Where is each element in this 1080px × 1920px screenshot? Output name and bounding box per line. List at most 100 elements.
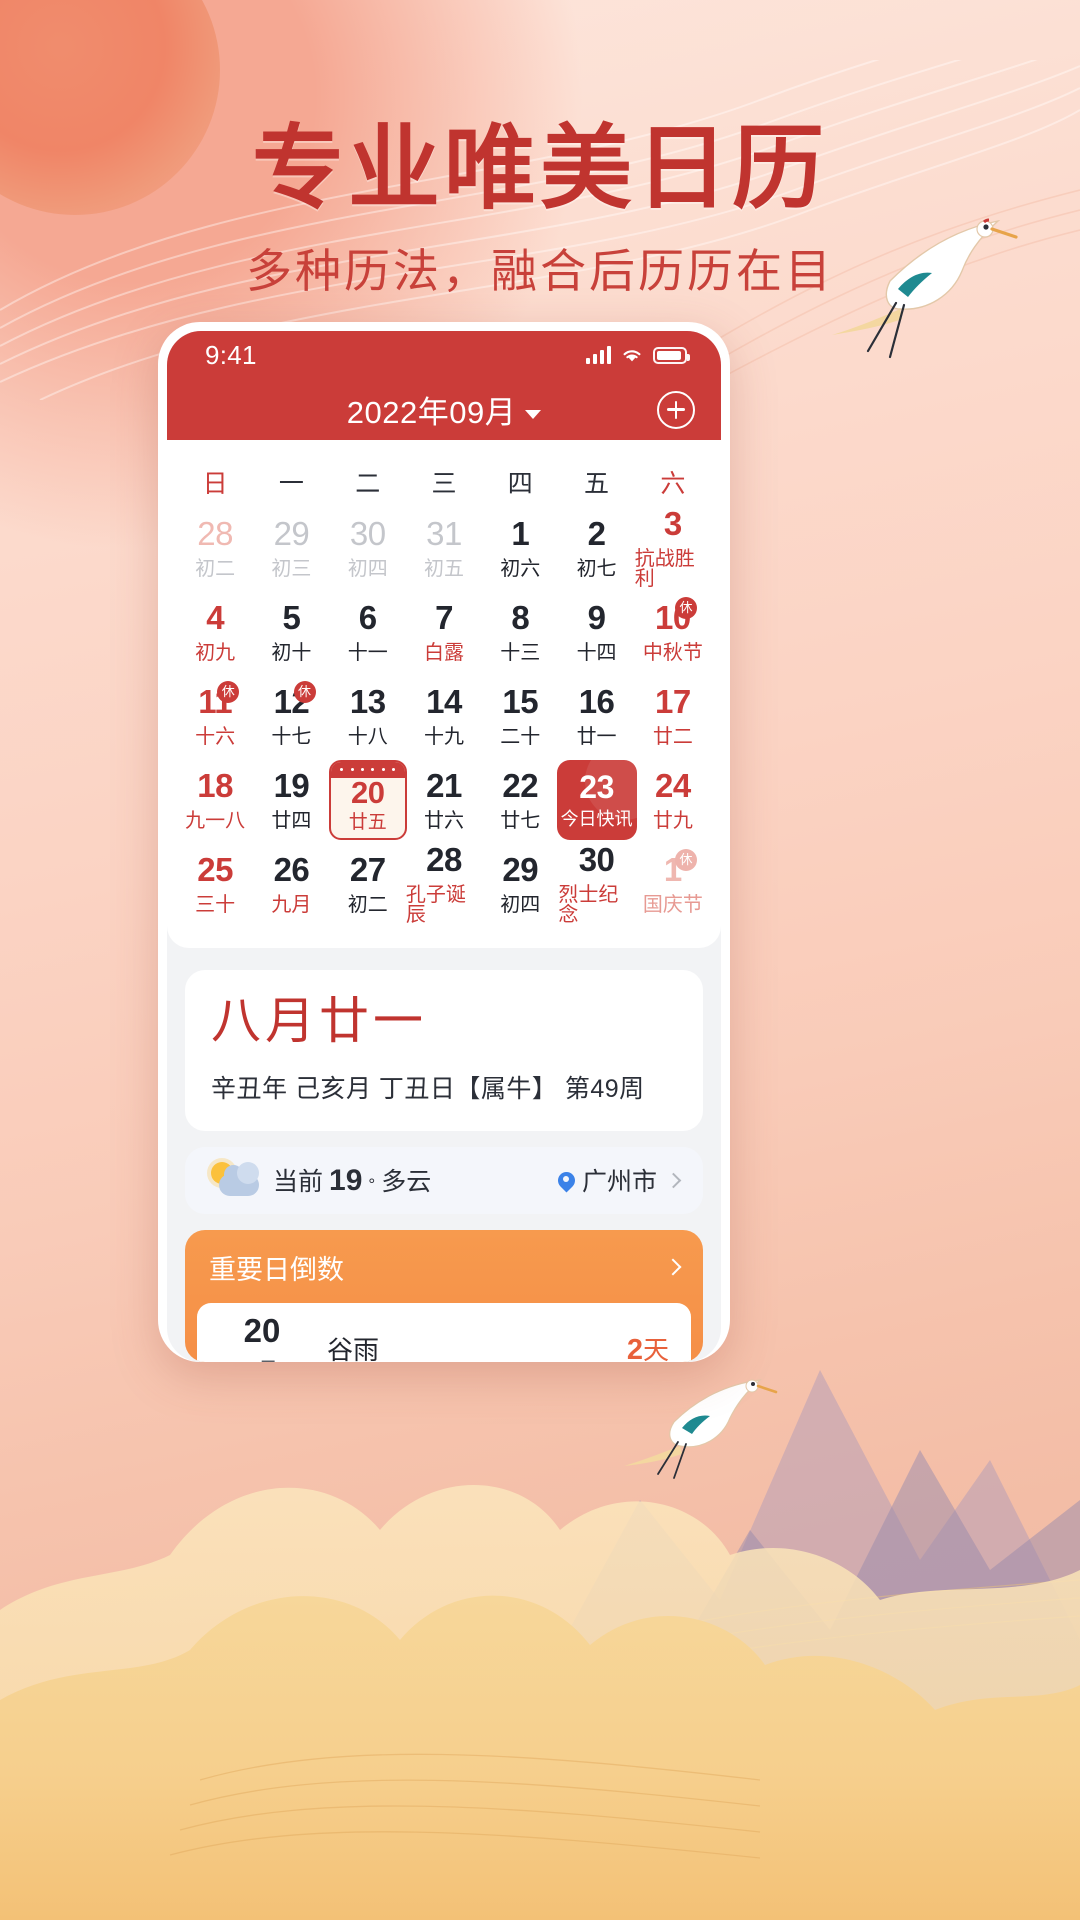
day-number: 27 (349, 850, 386, 888)
calendar-day-cell[interactable]: 19 廿四 (253, 758, 329, 842)
calendar-day-cell[interactable]: 10 中秋节休 (635, 590, 711, 674)
weekday-5: 五 (584, 469, 610, 498)
location-pin-icon (558, 1172, 575, 1189)
rest-day-badge: 休 (293, 680, 316, 703)
day-sublabel: 廿四 (271, 809, 312, 832)
calendar-day-cell[interactable]: 6 十一 (330, 590, 406, 674)
countdown-item-month: 4月 (219, 1354, 305, 1362)
countdown-item-name: 谷雨 (327, 1335, 380, 1362)
countdown-item-date: 20 4月 (219, 1314, 305, 1362)
calendar-day-cell[interactable]: 26 九月 (253, 842, 329, 926)
day-number: 24 (654, 766, 691, 804)
calendar-day-cell[interactable]: 29 初四 (482, 842, 558, 926)
today-day-box: 23 今日快讯 (556, 759, 637, 840)
day-sublabel: 中秋节 (642, 641, 703, 664)
weather-temperature: 19 (329, 1164, 363, 1198)
countdown-header[interactable]: 重要日倒数 (185, 1248, 703, 1303)
day-sublabel: 十四 (576, 641, 617, 664)
lunar-info-card[interactable]: 八月廿一 辛丑年 己亥月 丁丑日【属牛】 第49周 (185, 969, 703, 1131)
selected-day-box: 20 廿五 (328, 759, 407, 840)
calendar-day-cell[interactable]: 8 十三 (482, 590, 558, 674)
day-number: 29 (273, 514, 310, 552)
day-sublabel: 廿五 (348, 811, 387, 833)
day-sublabel: 十八 (347, 725, 388, 748)
day-sublabel: 初二 (195, 557, 236, 580)
calendar-day-cell[interactable]: 23 今日快讯 (556, 758, 637, 842)
calendar-day-cell[interactable]: 14 十九 (406, 674, 482, 758)
calendar-day-cell[interactable]: 21 廿六 (406, 758, 482, 842)
calendar-day-cell[interactable]: 30 烈士纪念 (558, 842, 634, 926)
weather-location[interactable]: 广州市 (558, 1162, 682, 1198)
add-event-button[interactable] (657, 390, 695, 429)
day-number: 2 (587, 514, 606, 552)
day-number: 1 (511, 514, 530, 552)
day-sublabel: 廿七 (500, 809, 541, 832)
lunar-date-detail: 辛丑年 己亥月 丁丑日【属牛】 第49周 (211, 1074, 645, 1103)
weekday-4: 四 (507, 469, 533, 498)
day-sublabel: 初四 (500, 893, 541, 916)
weekday-0: 日 (202, 469, 228, 498)
calendar-day-cell[interactable]: 29 初三 (253, 506, 329, 590)
day-sublabel: 今日快讯 (560, 809, 633, 830)
day-number: 26 (273, 850, 310, 888)
sun-cloud-icon (209, 1160, 261, 1200)
calendar-day-cell[interactable]: 18 九一八 (177, 758, 253, 842)
calendar-day-cell[interactable]: 1 初六 (482, 506, 558, 590)
calendar-day-cell[interactable]: 3 抗战胜利 (635, 506, 711, 590)
month-label: 2022年09月 (346, 395, 517, 431)
calendar-day-cell[interactable]: 2 初七 (558, 506, 634, 590)
status-icons (586, 346, 690, 365)
countdown-item[interactable]: 20 4月 谷雨 2天 (197, 1302, 691, 1362)
day-number: 19 (273, 766, 310, 804)
day-sublabel: 十七 (271, 725, 312, 748)
calendar-day-cell[interactable]: 17 廿二 (635, 674, 711, 758)
calendar-card: 日 一 二 三 四 五 六 28 初二 29 初三 30 初四 31 初五 1 初六 2 初七 3 抗战胜利 4 初九 5 初… (167, 439, 721, 948)
chevron-right-icon (665, 1172, 682, 1189)
calendar-day-cell[interactable]: 27 初二 (330, 842, 406, 926)
calendar-day-cell[interactable]: 30 初四 (330, 506, 406, 590)
day-sublabel: 初三 (271, 557, 312, 580)
day-number: 6 (358, 598, 377, 636)
rest-day-badge: 休 (674, 596, 697, 619)
day-sublabel: 廿二 (652, 725, 693, 748)
day-number: 30 (578, 840, 615, 878)
lunar-date-title: 八月廿一 (211, 992, 427, 1049)
day-sublabel: 抗战胜利 (634, 547, 695, 590)
countdown-item-unit: 天 (642, 1335, 669, 1362)
calendar-day-cell[interactable]: 20 廿五 (328, 758, 407, 842)
day-sublabel: 九一八 (185, 809, 246, 832)
calendar-day-cell[interactable]: 4 初九 (177, 590, 253, 674)
calendar-day-cell[interactable]: 24 廿九 (635, 758, 711, 842)
calendar-day-cell[interactable]: 5 初十 (253, 590, 329, 674)
phone-mockup: 9:41 2022年09月 日一二三四五六 28 初二 29 初三 30 初四 31 初五 1 初… (158, 322, 730, 1362)
chevron-down-icon (525, 410, 542, 420)
day-number: 25 (197, 850, 233, 888)
weekday-header: 日一二三四五六 (167, 450, 721, 506)
calendar-day-cell[interactable]: 25 三十 (177, 842, 253, 926)
calendar-day-cell[interactable]: 7 白露 (406, 590, 482, 674)
month-selector[interactable]: 2022年09月 (346, 387, 542, 432)
calendar-day-cell[interactable]: 15 二十 (482, 674, 558, 758)
calendar-day-cell[interactable]: 31 初五 (406, 506, 482, 590)
day-sublabel: 三十 (195, 893, 236, 916)
day-number: 9 (587, 598, 606, 636)
weekday-2: 二 (355, 469, 381, 498)
weekday-3: 三 (431, 469, 457, 498)
calendar-day-cell[interactable]: 1 国庆节休 (635, 842, 711, 926)
calendar-day-cell[interactable]: 13 十八 (330, 674, 406, 758)
countdown-item-days: 2 (626, 1334, 643, 1362)
day-sublabel: 孔子诞辰 (405, 883, 466, 926)
calendar-day-cell[interactable]: 22 廿七 (482, 758, 558, 842)
day-number: 22 (502, 766, 539, 804)
calendar-day-cell[interactable]: 9 十四 (558, 590, 634, 674)
calendar-day-cell[interactable]: 28 孔子诞辰 (406, 842, 482, 926)
rest-day-badge: 休 (674, 848, 697, 871)
calendar-day-cell[interactable]: 11 十六休 (177, 674, 253, 758)
crane-icon-small (624, 1379, 778, 1479)
calendar-day-cell[interactable]: 16 廿一 (558, 674, 634, 758)
weather-card[interactable]: 当前 19 ° 多云 广州市 (185, 1146, 703, 1214)
degree-symbol: ° (368, 1175, 376, 1195)
day-number: 18 (197, 766, 233, 804)
calendar-day-cell[interactable]: 12 十七休 (253, 674, 329, 758)
calendar-day-cell[interactable]: 28 初二 (177, 506, 253, 590)
